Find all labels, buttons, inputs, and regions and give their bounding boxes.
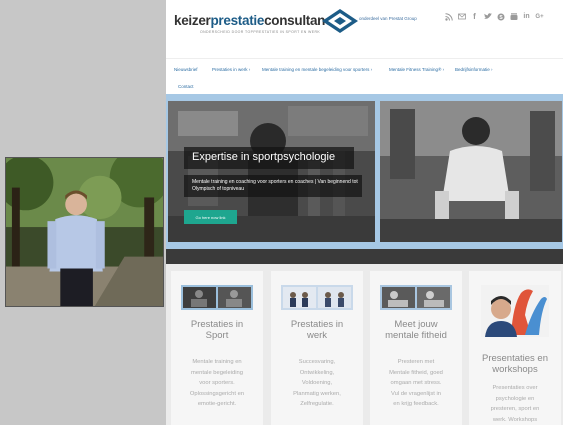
nav-item-contact[interactable]: Contact bbox=[178, 84, 194, 89]
card-text-line: Planmatig werken, bbox=[293, 390, 341, 397]
feature-cards: Prestaties in Sport Mentale training en … bbox=[166, 264, 563, 425]
card-text-line: Voldoening, bbox=[301, 380, 333, 386]
card-text-line: psychologie en bbox=[495, 395, 535, 402]
card-text: Succesvaring, Ontwikkeling, Voldoening, … bbox=[276, 357, 358, 410]
rss-icon[interactable] bbox=[444, 12, 453, 21]
card-title-line: Presentaties en bbox=[481, 353, 548, 364]
nav-item-prestaties-werk[interactable]: Prestaties in werk › bbox=[212, 67, 250, 72]
card-prestaties-sport[interactable]: Prestaties in Sport Mentale training en … bbox=[171, 271, 263, 425]
card-title: Prestaties in werk bbox=[271, 319, 363, 341]
nav-item-bedrijfsinformatie[interactable]: Bedrijfsinformatie › bbox=[455, 67, 493, 72]
skype-icon[interactable]: S bbox=[496, 12, 505, 21]
card-text-line: Presteren met bbox=[397, 359, 435, 365]
logo-part-keizer: keizer bbox=[174, 13, 211, 28]
card-text-line: voor sporters. bbox=[199, 380, 235, 386]
hero-text-box: Mentale training en coaching voor sporte… bbox=[184, 175, 362, 197]
card-image-workshops bbox=[481, 285, 549, 337]
card-title-line: Prestaties in bbox=[190, 319, 244, 330]
parent-group-link[interactable]: onderdeel van Prestat Group bbox=[359, 16, 417, 21]
googleplus-icon[interactable]: G+ bbox=[535, 12, 544, 21]
hero-text: Mentale training en coaching voor sporte… bbox=[192, 179, 358, 192]
card-presentaties-workshops[interactable]: Presentaties en workshops Presentaties o… bbox=[469, 271, 561, 425]
portrait-photo bbox=[5, 157, 164, 307]
logo-part-prestatie: prestatie bbox=[210, 13, 265, 28]
facebook-icon[interactable]: f bbox=[470, 12, 479, 21]
nav-item-mentale-training[interactable]: Mentale training en mentale begeleiding … bbox=[262, 67, 372, 72]
social-icons: f S in G+ bbox=[444, 12, 544, 21]
hero-title: Expertise in sportpsychologie bbox=[192, 151, 336, 163]
main-nav: Nieuwsbrief Prestaties in werk › Mentale… bbox=[166, 58, 563, 94]
card-title-line: Sport bbox=[205, 330, 229, 341]
card-title: Meet jouw mentale fitheid bbox=[370, 319, 462, 341]
card-title-line: werk bbox=[306, 330, 328, 341]
card-text-line: emotie-gericht. bbox=[197, 401, 237, 407]
card-text-line: mentale begeleiding bbox=[191, 369, 243, 376]
card-text-line: Succesvaring, bbox=[298, 359, 336, 365]
card-text-line: Mentale training en bbox=[192, 359, 242, 365]
card-mentale-fitheid[interactable]: Meet jouw mentale fitheid Presteren met … bbox=[370, 271, 462, 425]
card-text-line: omgaan met stress. bbox=[390, 380, 442, 386]
mail-icon[interactable] bbox=[457, 12, 466, 21]
card-text-line: Vul de vragenlijst in bbox=[390, 390, 442, 397]
nav-item-mental-fitness[interactable]: Mentale Fitness Training® › bbox=[389, 67, 444, 72]
twitter-icon[interactable] bbox=[483, 12, 492, 21]
card-title-line: Prestaties in bbox=[290, 319, 344, 330]
card-text-line: werk. Workshops bbox=[492, 416, 538, 423]
site-logo[interactable]: keizerprestatieconsultancy ONDERSCHEID D… bbox=[174, 9, 358, 42]
card-title-line: Meet jouw bbox=[394, 319, 438, 330]
card-text: Mentale training en mentale begeleiding … bbox=[176, 357, 258, 410]
card-image-sport bbox=[181, 285, 253, 310]
card-text-line: Ontwikkeling, bbox=[299, 369, 335, 376]
hero-section: Expertise in sportpsychologie Mentale tr… bbox=[166, 94, 563, 264]
card-text: Presentaties over psychologie en prester… bbox=[474, 383, 556, 425]
card-image-fitheid bbox=[380, 285, 452, 310]
left-gray-panel bbox=[0, 0, 166, 425]
hero-slide-pushup bbox=[380, 101, 562, 242]
website-screenshot: keizerprestatieconsultancy ONDERSCHEID D… bbox=[166, 0, 563, 425]
site-header: keizerprestatieconsultancy ONDERSCHEID D… bbox=[166, 0, 563, 58]
card-text-line: Zelfregulatie. bbox=[300, 401, 334, 407]
card-title-line: mentale fitheid bbox=[385, 330, 447, 341]
hero-slide-gym: Expertise in sportpsychologie Mentale tr… bbox=[168, 101, 375, 242]
card-title: Presentaties en workshops bbox=[469, 353, 561, 375]
card-prestaties-werk[interactable]: Prestaties in werk Succesvaring, Ontwikk… bbox=[271, 271, 363, 425]
card-text-line: Mentale fitheid, goed bbox=[389, 369, 443, 376]
card-title: Prestaties in Sport bbox=[171, 319, 263, 341]
card-title-line: workshops bbox=[492, 364, 538, 375]
linkedin-icon[interactable]: in bbox=[522, 12, 531, 21]
card-text: Presteren met Mentale fitheid, goed omga… bbox=[375, 357, 457, 410]
card-image-werk bbox=[281, 285, 353, 310]
hero-title-box: Expertise in sportpsychologie bbox=[184, 147, 354, 169]
youtube-icon[interactable] bbox=[509, 12, 518, 21]
card-text-line: en krijg feedback. bbox=[393, 401, 439, 407]
hero-bottom-strip bbox=[166, 249, 563, 264]
nav-item-nieuwsbrief[interactable]: Nieuwsbrief bbox=[174, 67, 198, 72]
logo-emblem-icon bbox=[322, 9, 358, 33]
card-text-line: presteren, sport en bbox=[490, 406, 540, 412]
card-text-line: Oplossingsgericht en bbox=[189, 390, 245, 397]
hero-cta-button[interactable]: Go here now link bbox=[184, 210, 237, 224]
card-text-line: Presentaties over bbox=[492, 385, 538, 391]
